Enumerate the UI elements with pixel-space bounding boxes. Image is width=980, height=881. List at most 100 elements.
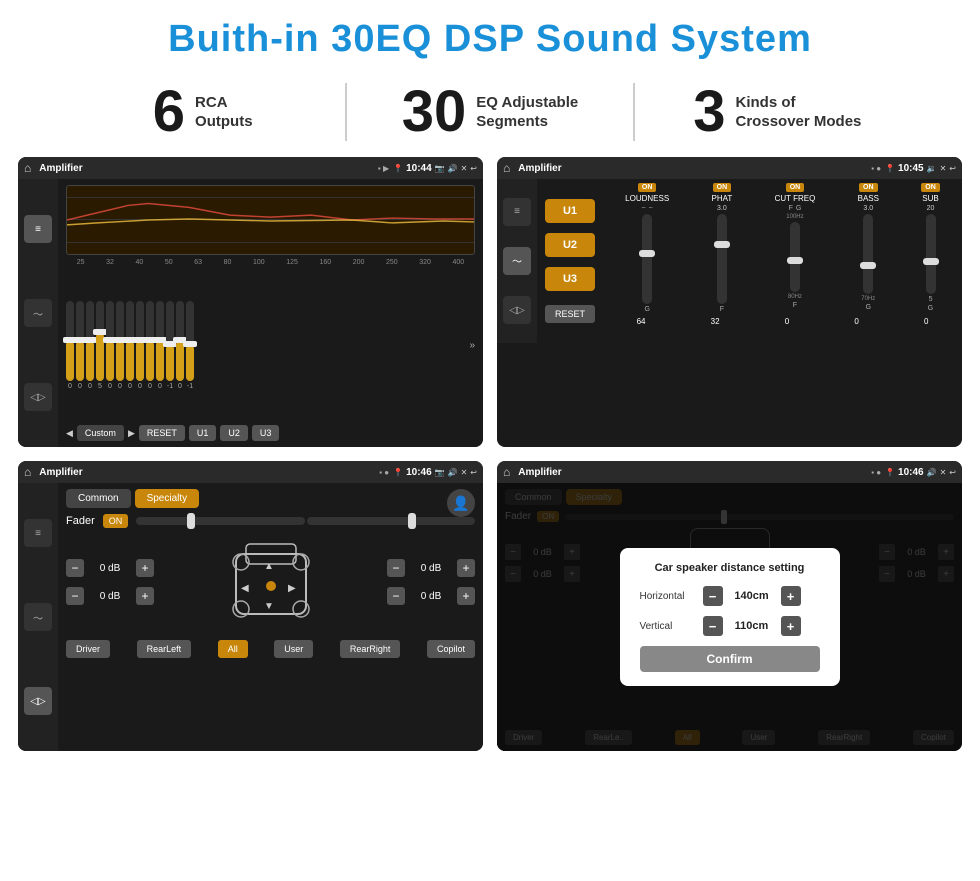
fader-tab-common[interactable]: Common xyxy=(66,489,131,508)
dialog-vertical-plus[interactable]: + xyxy=(781,616,801,636)
fader-on-badge[interactable]: ON xyxy=(103,514,129,528)
cross-u1-btn[interactable]: U1 xyxy=(545,199,595,223)
cross-u-buttons: U1 U2 U3 RESET xyxy=(537,179,603,343)
dialog-horizontal-minus[interactable]: − xyxy=(703,586,723,606)
stat-rca: 6 RCAOutputs xyxy=(60,83,345,141)
cross-sidebar-eq-icon[interactable]: ≡ xyxy=(503,198,531,226)
eq-slider-2[interactable]: 0 xyxy=(76,301,84,390)
fader-sidebar-eq-icon[interactable]: ≡ xyxy=(24,519,52,547)
cross-loudness-label: LOUDNESS xyxy=(625,194,669,203)
cross-app-title: Amplifier xyxy=(518,163,867,174)
dialog-confirm-button[interactable]: Confirm xyxy=(640,646,820,672)
svg-text:▶: ▶ xyxy=(288,583,296,594)
dialog-horizontal-row: Horizontal − 140cm + xyxy=(640,586,820,606)
fader-db-minus-fl[interactable]: − xyxy=(66,559,84,577)
fader-bottom-buttons: Driver RearLeft All User RearRight Copil… xyxy=(66,640,475,658)
fader-sidebar-speaker-icon[interactable]: ◁▷ xyxy=(24,687,52,715)
cross-value-row: 64 32 0 0 0 xyxy=(607,317,958,326)
eq-next-arrow[interactable]: ▶ xyxy=(128,428,135,439)
eq-reset-btn[interactable]: RESET xyxy=(139,425,185,441)
eq-volume-icon: 🔊 xyxy=(448,164,458,173)
dialog-home-icon[interactable]: ⌂ xyxy=(503,465,510,479)
eq-slider-11[interactable]: -1 xyxy=(166,301,174,390)
cross-main-layout: U1 U2 U3 RESET ON LOUDNESS ~~ xyxy=(537,179,962,343)
cross-volume-icon: 🔉 xyxy=(927,164,937,173)
eq-u3-btn[interactable]: U3 xyxy=(252,425,280,441)
fader-db-minus-fr[interactable]: − xyxy=(387,559,405,577)
dialog-time: 10:46 xyxy=(898,467,924,478)
fader-db-minus-rl[interactable]: − xyxy=(66,587,84,605)
eq-more-icon[interactable]: » xyxy=(469,340,475,351)
fader-status-bar: ⌂ Amplifier ▪ ● 📍 10:46 📷 🔊 ✕ ↩ xyxy=(18,461,483,483)
cross-loudness-on[interactable]: ON xyxy=(638,183,657,192)
eq-slider-3[interactable]: 0 xyxy=(86,301,94,390)
fader-db-plus-rl[interactable]: + xyxy=(136,587,154,605)
cross-u2-btn[interactable]: U2 xyxy=(545,233,595,257)
cross-sidebar-wave-icon[interactable]: 〜 xyxy=(503,247,531,275)
dialog-horizontal-plus[interactable]: + xyxy=(781,586,801,606)
cross-sub-slider[interactable] xyxy=(926,214,936,294)
fader-btn-all[interactable]: All xyxy=(218,640,248,658)
fader-person-icon[interactable]: 👤 xyxy=(447,489,475,517)
eq-slider-8[interactable]: 0 xyxy=(136,301,144,390)
dialog-vertical-minus[interactable]: − xyxy=(703,616,723,636)
cross-location-icon: 📍 xyxy=(885,164,895,173)
fader-home-icon[interactable]: ⌂ xyxy=(24,465,31,479)
cross-cutfreq-on[interactable]: ON xyxy=(786,183,805,192)
fader-db-control-rl: − 0 dB + xyxy=(66,587,154,605)
fader-db-plus-fr[interactable]: + xyxy=(457,559,475,577)
cross-u3-btn[interactable]: U3 xyxy=(545,267,595,291)
eq-slider-9[interactable]: 0 xyxy=(146,301,154,390)
cross-loudness-curves: ~~ xyxy=(642,205,653,212)
eq-u2-btn[interactable]: U2 xyxy=(220,425,248,441)
eq-slider-1[interactable]: 0 xyxy=(66,301,74,390)
eq-sidebar-speaker-icon[interactable]: ◁▷ xyxy=(24,383,52,411)
eq-prev-arrow[interactable]: ◀ xyxy=(66,428,73,439)
eq-slider-6[interactable]: 0 xyxy=(116,301,124,390)
fader-db-minus-rr[interactable]: − xyxy=(387,587,405,605)
cross-home-icon[interactable]: ⌂ xyxy=(503,161,510,175)
cross-loudness-slider[interactable] xyxy=(642,214,652,304)
cross-bass-slider[interactable] xyxy=(863,214,873,294)
fader-left-db-controls: − 0 dB + − 0 dB + xyxy=(66,559,154,609)
fader-btn-rearright[interactable]: RearRight xyxy=(340,640,401,658)
eq-camera-icon: 📷 xyxy=(435,164,445,173)
eq-slider-5[interactable]: 0 xyxy=(106,301,114,390)
fader-control-row: Fader ON xyxy=(66,514,475,528)
dialog-content: Common Specialty Fader ON − 0 dB xyxy=(497,483,962,751)
fader-db-plus-rr[interactable]: + xyxy=(457,587,475,605)
cross-phat-on[interactable]: ON xyxy=(713,183,732,192)
dialog-screen: ⌂ Amplifier ▪ ● 📍 10:46 🔊 ✕ ↩ Common Spe… xyxy=(497,461,962,751)
cross-sub-on[interactable]: ON xyxy=(921,183,940,192)
eq-u1-btn[interactable]: U1 xyxy=(189,425,217,441)
fader-db-plus-fl[interactable]: + xyxy=(136,559,154,577)
fader-btn-driver[interactable]: Driver xyxy=(66,640,110,658)
eq-slider-13[interactable]: -1 xyxy=(186,301,194,390)
fader-btn-user[interactable]: User xyxy=(274,640,313,658)
fader-btn-copilot[interactable]: Copilot xyxy=(427,640,475,658)
eq-home-icon[interactable]: ⌂ xyxy=(24,161,31,175)
cross-reset-btn[interactable]: RESET xyxy=(545,305,595,323)
stat-text-eq: EQ AdjustableSegments xyxy=(476,93,578,132)
fader-h-bar1[interactable] xyxy=(136,517,304,525)
fader-tab-specialty[interactable]: Specialty xyxy=(135,489,200,508)
cross-phat-slider[interactable] xyxy=(717,214,727,304)
eq-slider-4[interactable]: 5 xyxy=(96,301,104,390)
cross-cutfreq-slider[interactable] xyxy=(790,222,800,292)
fader-time: 10:46 xyxy=(406,467,432,478)
eq-slider-7[interactable]: 0 xyxy=(126,301,134,390)
cross-sidebar-speaker-icon[interactable]: ◁▷ xyxy=(503,296,531,324)
eq-app-title: Amplifier xyxy=(39,163,374,174)
fader-btn-rearleft[interactable]: RearLeft xyxy=(137,640,192,658)
fader-db-control-rr: − 0 dB + xyxy=(387,587,475,605)
fader-screen: ⌂ Amplifier ▪ ● 📍 10:46 📷 🔊 ✕ ↩ ≡ 〜 ◁▷ C xyxy=(18,461,483,751)
dialog-horizontal-value: 140cm xyxy=(731,590,773,602)
fader-h-sliders xyxy=(136,517,475,525)
eq-sidebar-eq-icon[interactable]: ≡ xyxy=(24,215,52,243)
fader-h-bar2[interactable] xyxy=(307,517,475,525)
eq-sidebar-wave-icon[interactable]: 〜 xyxy=(24,299,52,327)
dialog-location-icon: 📍 xyxy=(885,468,895,477)
cross-bass-on[interactable]: ON xyxy=(859,183,878,192)
fader-sidebar-wave-icon[interactable]: 〜 xyxy=(24,603,52,631)
cross-sliders-container: ON LOUDNESS ~~ G ON PHAT 3.0 xyxy=(603,179,962,343)
